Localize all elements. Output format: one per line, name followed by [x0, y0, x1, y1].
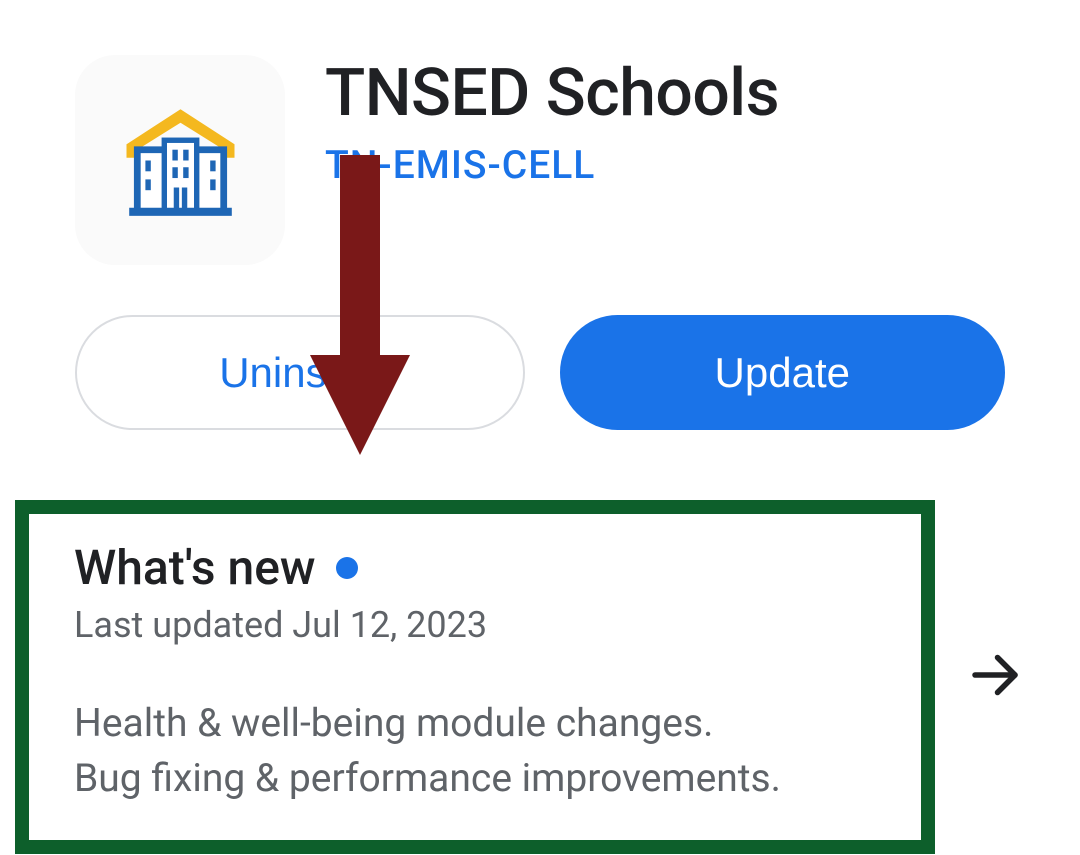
whats-new-line-2: Bug fixing & performance improvements.	[74, 751, 876, 806]
whats-new-section[interactable]: What's new Last updated Jul 12, 2023 Hea…	[15, 500, 935, 854]
whats-new-line-1: Health & well-being module changes.	[74, 696, 876, 751]
app-header: TNSED Schools TN-EMIS-CELL	[75, 55, 1005, 265]
app-title: TNSED Schools	[325, 55, 779, 132]
school-building-icon	[113, 93, 248, 228]
update-button[interactable]: Update	[560, 315, 1006, 430]
whats-new-title: What's new	[74, 539, 316, 596]
new-indicator-dot	[336, 557, 358, 579]
arrow-right-icon[interactable]	[965, 645, 1025, 709]
uninstall-button[interactable]: Uninstall	[75, 315, 525, 430]
last-updated-text: Last updated Jul 12, 2023	[74, 604, 876, 646]
app-icon[interactable]	[75, 55, 285, 265]
app-developer-link[interactable]: TN-EMIS-CELL	[325, 142, 779, 188]
